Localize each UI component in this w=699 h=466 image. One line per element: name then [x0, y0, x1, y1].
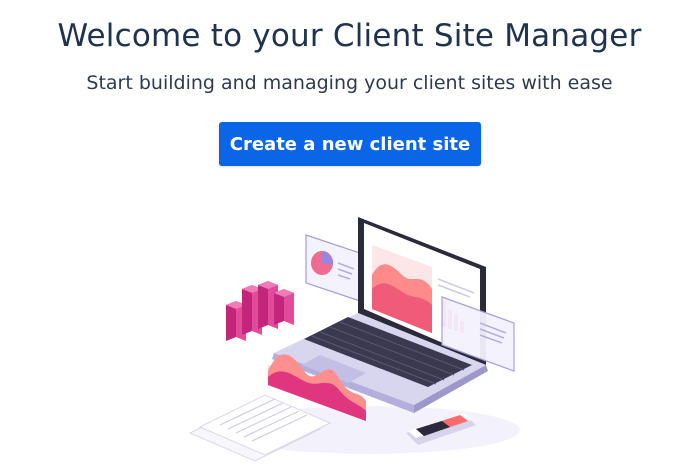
bar-chart-3d-icon	[226, 281, 294, 341]
create-client-site-button[interactable]: Create a new client site	[219, 122, 481, 166]
pie-chart-card-icon	[305, 234, 361, 302]
welcome-page: Welcome to your Client Site Manager Star…	[0, 0, 699, 466]
page-subtitle: Start building and managing your client …	[86, 72, 613, 94]
laptop-analytics-illustration	[180, 205, 525, 463]
page-title: Welcome to your Client Site Manager	[57, 18, 642, 54]
